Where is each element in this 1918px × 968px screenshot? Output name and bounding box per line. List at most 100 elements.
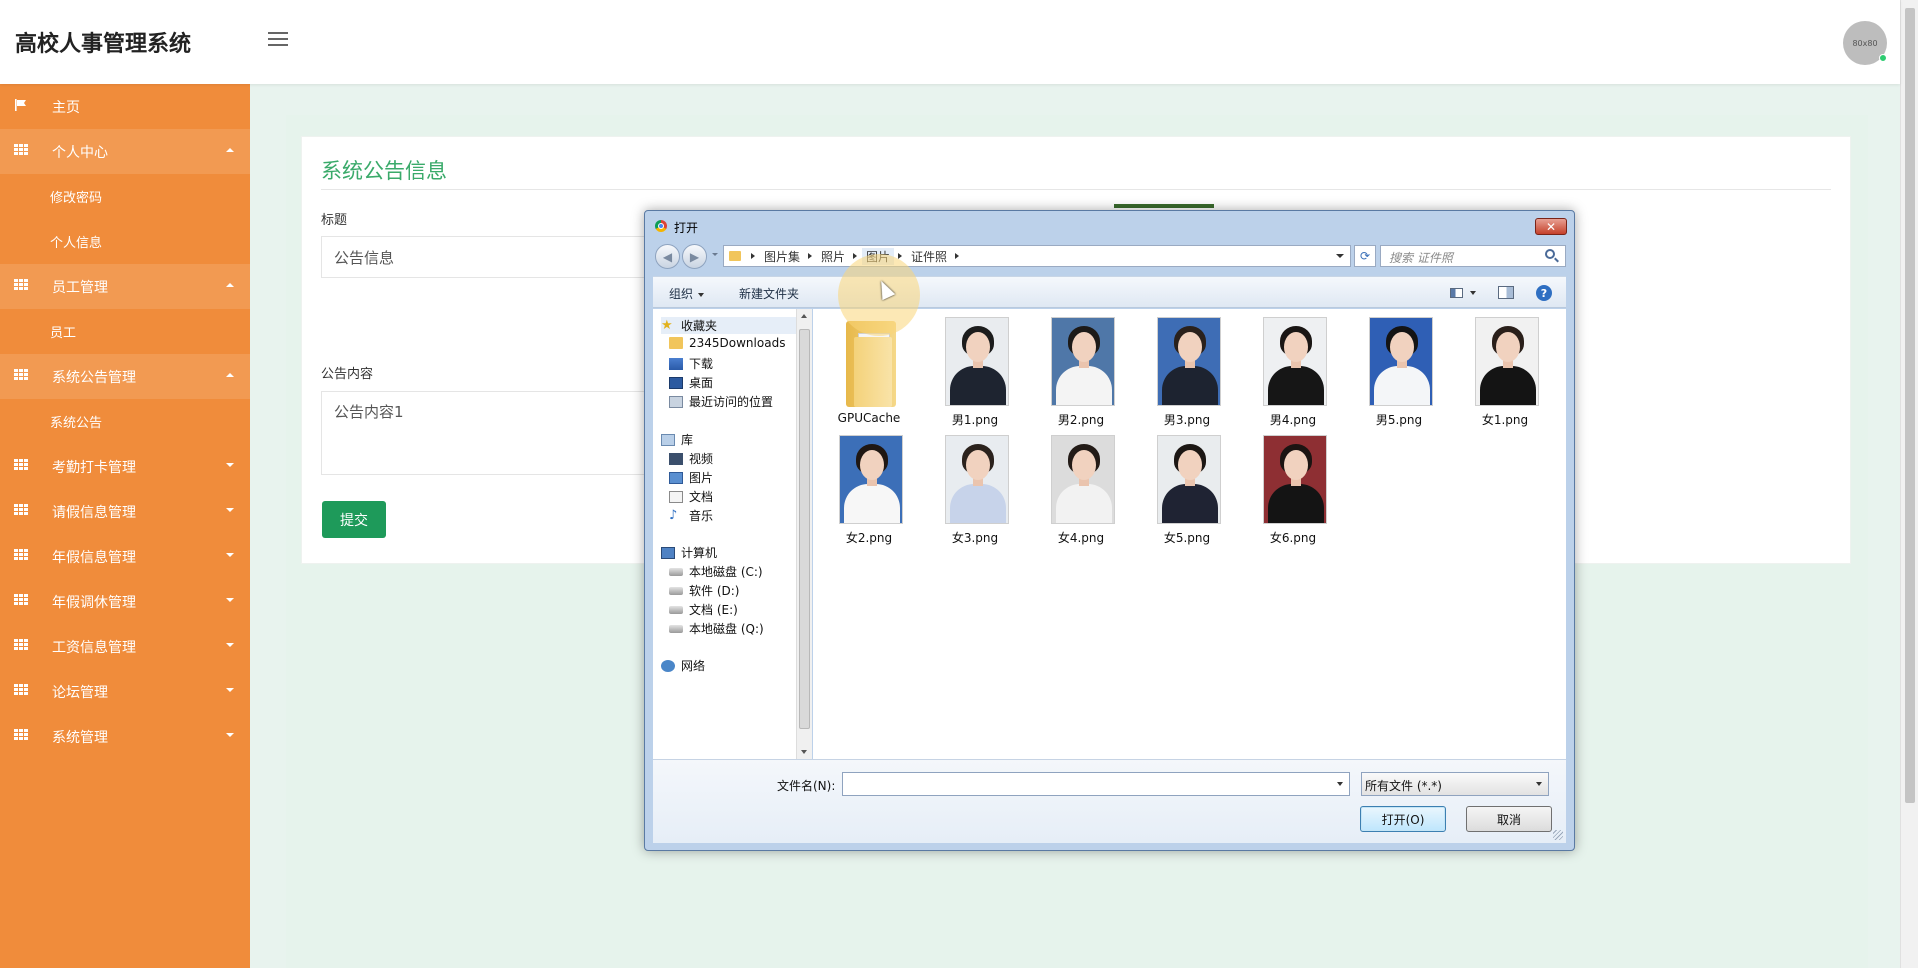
- nav-tree-item[interactable]: 视频: [669, 450, 713, 467]
- organize-menu[interactable]: 组织: [669, 285, 705, 302]
- nav-tree-item[interactable]: 2345Downloads: [669, 336, 785, 350]
- file-item[interactable]: 男3.png: [1139, 313, 1235, 429]
- nav-tree-label: 下载: [689, 357, 714, 371]
- help-icon[interactable]: ?: [1536, 285, 1552, 301]
- filename-dropdown-icon[interactable]: [1337, 782, 1343, 786]
- title-input[interactable]: 公告信息: [321, 236, 651, 278]
- search-icon[interactable]: [1545, 249, 1555, 259]
- sidebar-item[interactable]: 论坛管理: [0, 669, 250, 714]
- sidebar-item[interactable]: 员工管理: [0, 264, 250, 309]
- nav-tree-item[interactable]: ♪ 音乐: [669, 507, 713, 524]
- breadcrumb-item[interactable]: 照片: [817, 248, 849, 265]
- file-item[interactable]: 男4.png: [1245, 313, 1341, 429]
- file-item[interactable]: 女5.png: [1139, 431, 1235, 547]
- nav-tree-item[interactable]: 图片: [669, 469, 713, 486]
- nav-tree-item[interactable]: 桌面: [669, 374, 713, 391]
- breadcrumb-separator-icon[interactable]: [955, 253, 960, 259]
- file-item[interactable]: 女4.png: [1033, 431, 1129, 547]
- nav-tree-item[interactable]: ★ 收藏夹: [661, 317, 796, 334]
- photo-thumbnail: [945, 317, 1009, 406]
- view-options-chevron-icon[interactable]: [1470, 291, 1476, 295]
- history-dropdown-icon[interactable]: [712, 253, 718, 256]
- breadcrumb-item[interactable]: 图片集: [760, 248, 804, 265]
- sidebar-item[interactable]: 主页: [0, 84, 250, 129]
- nav-tree-item[interactable]: 文档: [669, 488, 713, 505]
- sidebar-subitem[interactable]: 员工: [0, 309, 250, 354]
- sidebar-item[interactable]: 工资信息管理: [0, 624, 250, 669]
- sidebar-item[interactable]: 系统公告管理: [0, 354, 250, 399]
- nav-tree-label: 最近访问的位置: [689, 395, 774, 409]
- address-bar[interactable]: 图片集照片图片证件照: [723, 245, 1351, 267]
- file-item[interactable]: 女3.png: [927, 431, 1023, 547]
- grid-icon: [14, 729, 28, 741]
- sidebar-item[interactable]: 年假调休管理: [0, 579, 250, 624]
- sidebar-item-label: 考勤打卡管理: [52, 459, 136, 476]
- sidebar-subitem[interactable]: 个人信息: [0, 219, 250, 264]
- resize-grip-icon[interactable]: [1553, 830, 1563, 840]
- file-list: GPUCache 男1.png 男2.png 男3.png 男4.png 男5.png 女1…: [813, 309, 1566, 759]
- navigation-scrollbar-thumb[interactable]: [799, 329, 810, 729]
- page-scrollbar[interactable]: [1900, 0, 1918, 968]
- file-item[interactable]: 男1.png: [927, 313, 1023, 429]
- photo-thumbnail: [1263, 435, 1327, 524]
- refresh-button[interactable]: ⟳: [1354, 245, 1376, 267]
- file-name: GPUCache: [837, 411, 901, 425]
- document-icon: [669, 490, 683, 503]
- sidebar-item[interactable]: 年假信息管理: [0, 534, 250, 579]
- menu-toggle-icon[interactable]: [268, 32, 288, 46]
- sidebar-item[interactable]: 考勤打卡管理: [0, 444, 250, 489]
- file-item[interactable]: 男5.png: [1351, 313, 1447, 429]
- dialog-titlebar[interactable]: 打开 ✕: [645, 211, 1574, 239]
- file-item[interactable]: 女1.png: [1457, 313, 1553, 429]
- file-type-value: 所有文件 (*.*): [1365, 779, 1442, 793]
- sidebar-subitem[interactable]: 修改密码: [0, 174, 250, 219]
- submit-button[interactable]: 提交: [322, 501, 386, 538]
- preview-pane-icon[interactable]: [1498, 286, 1514, 299]
- cancel-button[interactable]: 取消: [1466, 806, 1552, 832]
- drive-icon: [669, 624, 683, 633]
- sidebar-item[interactable]: 请假信息管理: [0, 489, 250, 534]
- breadcrumb-separator-icon[interactable]: [808, 253, 813, 259]
- address-dropdown-icon[interactable]: [1336, 254, 1344, 258]
- dialog-close-button[interactable]: ✕: [1535, 218, 1567, 235]
- breadcrumb-item[interactable]: 证件照: [907, 248, 951, 265]
- scroll-up-icon[interactable]: [801, 314, 807, 318]
- photo-thumbnail: [1157, 435, 1221, 524]
- page-scrollbar-thumb[interactable]: [1905, 8, 1915, 803]
- grid-icon: [14, 144, 28, 156]
- back-button[interactable]: ◀: [655, 244, 680, 269]
- file-type-select[interactable]: 所有文件 (*.*): [1361, 772, 1549, 796]
- nav-tree-item[interactable]: 本地磁盘 (Q:): [669, 620, 764, 637]
- new-folder-button[interactable]: 新建文件夹: [739, 285, 799, 302]
- sidebar-subitem[interactable]: 系统公告: [0, 399, 250, 444]
- breadcrumb-separator-icon[interactable]: [853, 253, 858, 259]
- nav-tree-item[interactable]: 计算机: [661, 544, 717, 561]
- sidebar-item[interactable]: 个人中心: [0, 129, 250, 174]
- file-item[interactable]: 女6.png: [1245, 431, 1341, 547]
- change-view-icon[interactable]: [1450, 288, 1463, 298]
- sidebar-item-label: 年假调休管理: [52, 594, 136, 611]
- forward-button[interactable]: ▶: [682, 244, 707, 269]
- nav-tree-item[interactable]: 下载: [669, 355, 713, 372]
- open-button[interactable]: 打开(O): [1360, 806, 1446, 832]
- nav-tree-item[interactable]: 文档 (E:): [669, 601, 738, 618]
- filename-input[interactable]: [842, 772, 1350, 796]
- scroll-down-icon[interactable]: [801, 750, 807, 754]
- sidebar-item[interactable]: 系统管理: [0, 714, 250, 759]
- sidebar-item-label: 系统管理: [52, 729, 108, 746]
- file-item[interactable]: 女2.png: [821, 431, 917, 547]
- navigation-scrollbar[interactable]: [796, 309, 812, 759]
- nav-tree-item[interactable]: 最近访问的位置: [669, 393, 773, 410]
- file-item[interactable]: 男2.png: [1033, 313, 1129, 429]
- file-name: 女4.png: [1057, 531, 1105, 545]
- nav-tree-label: 图片: [689, 471, 714, 485]
- nav-tree-item[interactable]: 软件 (D:): [669, 582, 739, 599]
- content-textarea[interactable]: 公告内容1: [321, 391, 651, 475]
- nav-tree-item[interactable]: 网络: [661, 657, 705, 674]
- download-icon: [669, 357, 683, 370]
- breadcrumb-separator-icon[interactable]: [751, 253, 755, 259]
- nav-tree-item[interactable]: 本地磁盘 (C:): [669, 563, 763, 580]
- search-input[interactable]: 搜索 证件照: [1380, 245, 1566, 267]
- nav-tree-item[interactable]: 库: [661, 431, 693, 448]
- chevron-down-icon: [226, 553, 234, 557]
